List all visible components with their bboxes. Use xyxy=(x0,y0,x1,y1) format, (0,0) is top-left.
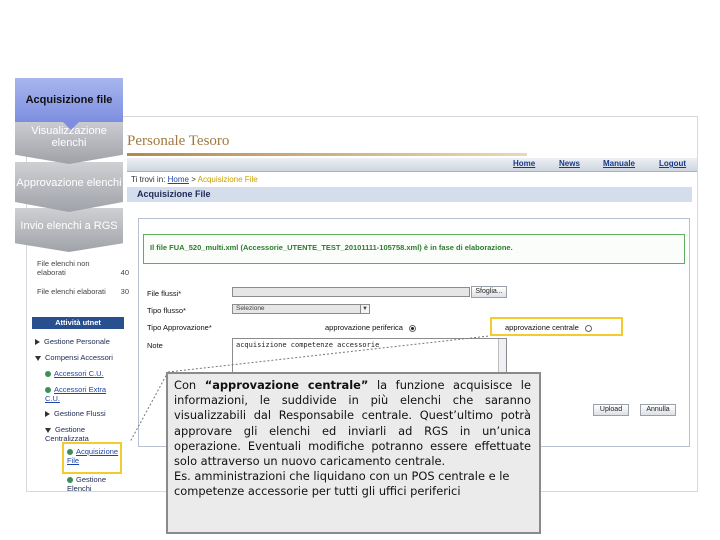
bullet-icon xyxy=(67,477,73,484)
workflow-step-approvazione: Approvazione elenchi xyxy=(15,162,123,212)
callout-paragraph-1: Con “approvazione centrale” la funzione … xyxy=(174,378,531,469)
app-logo: Personale Tesoro xyxy=(127,133,230,149)
callout-paragraph-2: Es. amministrazioni che liquidano con un… xyxy=(174,469,510,499)
stat-non-elaborati: File elenchi non elaborati 40 xyxy=(37,259,129,277)
note-textarea[interactable]: acquisizione competenze accessorie xyxy=(232,338,507,374)
radio-periferica[interactable]: approvazione periferica xyxy=(325,323,416,332)
nav-logout-link[interactable]: Logout xyxy=(659,159,686,168)
collapse-arrow-icon xyxy=(35,355,41,361)
logo-bar xyxy=(127,153,527,156)
workflow-step-label: Acquisizione file xyxy=(25,94,113,106)
note-label: Note xyxy=(147,341,163,350)
sidebar-item-gestione-personale[interactable]: Gestione Personale xyxy=(35,337,110,346)
breadcrumb-separator: > xyxy=(191,175,196,184)
nav-news-link[interactable]: News xyxy=(559,159,580,168)
workflow-step-label: Approvazione elenchi xyxy=(16,177,122,189)
textarea-scrollbar[interactable] xyxy=(498,339,506,373)
sidebar-item-label: Accessori Extra C.U. xyxy=(45,385,107,403)
callout-prefix: Con xyxy=(174,378,205,392)
workflow-step-acquisizione: Acquisizione file xyxy=(15,78,123,130)
top-nav: Home News Manuale Logout xyxy=(127,158,697,172)
file-input[interactable] xyxy=(232,287,470,297)
approval-label: Tipo Approvazione* xyxy=(147,323,212,332)
sidebar-header: Attività utnet xyxy=(32,317,124,329)
sidebar-item-gestione-flussi[interactable]: Gestione Flussi xyxy=(45,409,106,418)
stat-label: File elenchi elaborati xyxy=(37,287,106,296)
sidebar-item-accessori-extra-cu[interactable]: Accessori Extra C.U. xyxy=(45,385,119,403)
file-label: File flussi* xyxy=(147,289,182,298)
type-select[interactable]: Selezione ▼ xyxy=(232,304,370,314)
breadcrumb-home-link[interactable]: Home xyxy=(168,175,189,184)
sidebar-item-label: Gestione Elenchi xyxy=(67,475,107,492)
chevron-down-icon: ▼ xyxy=(360,305,369,313)
type-select-value: Selezione xyxy=(236,305,265,312)
bullet-icon xyxy=(45,387,51,394)
explanation-callout: Con “approvazione centrale” la funzione … xyxy=(166,372,541,534)
radio-periferica-button[interactable] xyxy=(408,324,416,332)
note-text: acquisizione competenze accessorie xyxy=(236,341,380,349)
breadcrumb-current: Acquisizione File xyxy=(197,175,258,184)
bullet-icon xyxy=(45,371,51,378)
sidebar-item-gestione-elenchi[interactable]: Gestione Elenchi xyxy=(67,475,121,492)
expand-arrow-icon xyxy=(45,411,50,418)
sidebar-item-label: Compensi Accessori xyxy=(45,353,113,362)
nav-manuale-link[interactable]: Manuale xyxy=(603,159,635,168)
stat-value: 40 xyxy=(120,268,129,277)
selected-item-highlight xyxy=(62,442,122,474)
type-label: Tipo flusso* xyxy=(147,306,186,315)
breadcrumb-prefix: Ti trovi in: xyxy=(131,175,166,184)
callout-bold-term: “approvazione centrale” xyxy=(204,378,369,392)
radio-centrale-highlight xyxy=(490,317,623,336)
cancel-button[interactable]: Annulla xyxy=(640,404,676,416)
workflow-step-label: Invio elenchi a RGS xyxy=(20,220,118,232)
workflow-step-invio: Invio elenchi a RGS xyxy=(15,208,123,252)
collapse-arrow-icon xyxy=(45,427,51,433)
stat-value: 30 xyxy=(120,287,129,296)
sidebar-item-label: Accessori C.U. xyxy=(54,369,104,378)
sidebar-item-label: Gestione Personale xyxy=(44,337,110,346)
page-title: Acquisizione File xyxy=(127,187,692,202)
sidebar-item-compensi-accessori[interactable]: Compensi Accessori xyxy=(35,353,113,362)
expand-arrow-icon xyxy=(35,339,40,346)
sidebar-item-gestione-centralizzata[interactable]: Gestione Centralizzata xyxy=(45,425,115,443)
browse-button[interactable]: Sfoglia... xyxy=(471,286,507,298)
sidebar-item-label: Gestione Centralizzata xyxy=(45,425,89,443)
breadcrumb: Ti trovi in: Home > Acquisizione File xyxy=(131,175,258,184)
sidebar-item-label: Gestione Flussi xyxy=(54,409,106,418)
sidebar-item-accessori-cu[interactable]: Accessori C.U. xyxy=(45,369,104,378)
nav-home-link[interactable]: Home xyxy=(513,159,535,168)
stat-elaborati: File elenchi elaborati 30 xyxy=(37,287,129,296)
radio-periferica-label: approvazione periferica xyxy=(325,323,403,332)
stat-label: File elenchi non elaborati xyxy=(37,259,90,277)
processing-message: Il file FUA_520_multi.xml (Accessorie_UT… xyxy=(143,234,685,264)
upload-button[interactable]: Upload xyxy=(593,404,629,416)
